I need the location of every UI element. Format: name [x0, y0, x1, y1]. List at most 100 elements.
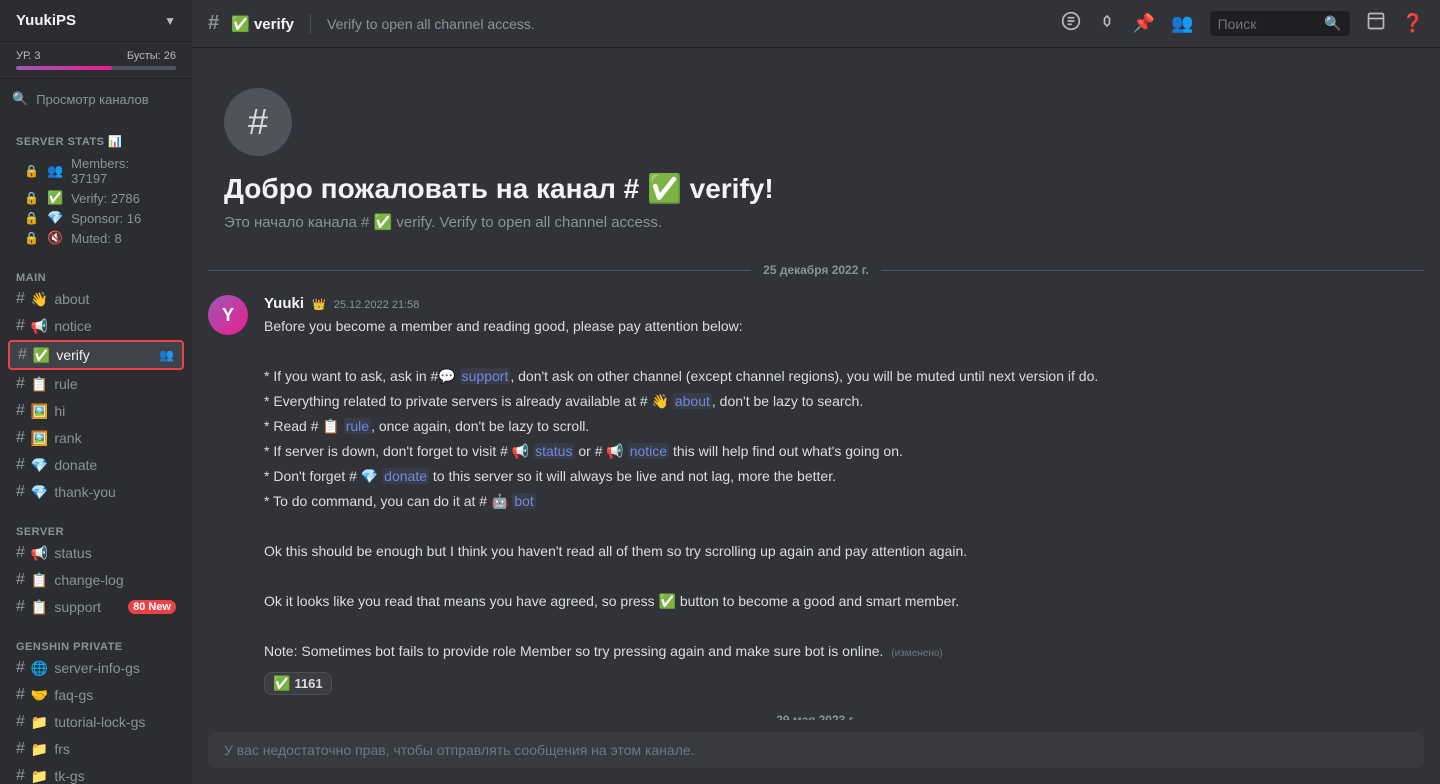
mention-rule[interactable]: rule	[344, 418, 371, 434]
channel-welcome: # Добро пожаловать на канал # ✅ verify! …	[208, 64, 1424, 247]
channel-welcome-icon: #	[224, 88, 292, 156]
channel-change-log[interactable]: # 📋 change-log	[8, 567, 184, 593]
channel-tutorial-lock-gs-emoji: 📁	[31, 714, 48, 731]
search-input[interactable]	[1218, 16, 1319, 32]
section-label-server-stats: SERVER STATS 📊	[8, 135, 184, 148]
browse-channels[interactable]: 🔍 Просмотр каналов	[0, 83, 192, 115]
channel-rank-name: rank	[54, 430, 81, 446]
message-1-badge: 👑	[312, 298, 326, 311]
stat-muted-label: Muted: 8	[71, 231, 122, 246]
channel-rule[interactable]: # 📋 rule	[8, 371, 184, 397]
channel-change-log-emoji: 📋	[31, 572, 48, 589]
search-box[interactable]: 🔍	[1210, 11, 1350, 36]
hash-icon: #	[16, 544, 25, 562]
channel-donate-emoji: 💎	[31, 457, 48, 474]
edited-tag: (изменено)	[891, 648, 942, 659]
topbar-channel-desc: Verify to open all channel access.	[327, 16, 535, 32]
messages-area[interactable]: # Добро пожаловать на канал # ✅ verify! …	[192, 48, 1440, 720]
pin-icon[interactable]: 📌	[1133, 13, 1155, 34]
bottom-bar: У вас недостаточно прав, чтобы отправлят…	[192, 720, 1440, 784]
message-1-author: Yuuki	[264, 295, 304, 312]
channel-status[interactable]: # 📢 status	[8, 540, 184, 566]
inbox-icon[interactable]	[1366, 11, 1386, 36]
channel-about-emoji: 👋	[31, 291, 48, 308]
boost-progress-bar	[16, 66, 176, 70]
boost-level: УР. 3	[16, 50, 40, 62]
chevron-down-icon: ▼	[164, 14, 176, 28]
help-icon[interactable]: ❓	[1402, 13, 1424, 34]
channel-change-log-name: change-log	[54, 572, 123, 588]
channel-faq-gs[interactable]: # 🤝 faq-gs	[8, 682, 184, 708]
channel-thank-you[interactable]: # 💎 thank-you	[8, 479, 184, 505]
section-main: MAIN # 👋 about # 📢 notice # ✅ verify 👥 #…	[0, 256, 192, 510]
channel-donate[interactable]: # 💎 donate	[8, 452, 184, 478]
stat-muted-icon: 🔇	[47, 230, 63, 246]
channel-tk-gs[interactable]: # 📁 tk-gs	[8, 763, 184, 784]
topbar-divider	[310, 14, 311, 34]
lock-icon: 🔒	[24, 191, 39, 205]
message-1-content: Yuuki 👑 25.12.2022 21:58 Before you beco…	[264, 295, 1424, 695]
hash-icon: #	[16, 429, 25, 447]
hash-icon: #	[16, 571, 25, 589]
stat-members: 🔒 👥 Members: 37197	[16, 154, 176, 188]
members-icon[interactable]: 👥	[1171, 13, 1193, 34]
mention-status[interactable]: status	[533, 443, 574, 459]
topbar-hash-icon: #	[208, 12, 219, 35]
channel-about-name: about	[54, 291, 89, 307]
channel-tk-gs-emoji: 📁	[31, 768, 48, 784]
server-name: YuukiPS	[16, 12, 76, 29]
section-label-main: MAIN	[8, 272, 184, 284]
hash-icon: #	[16, 740, 25, 758]
main-content: # ✅ verify Verify to open all channel ac…	[192, 0, 1440, 784]
boost-progress-fill	[16, 66, 112, 70]
lock-icon: 🔒	[24, 231, 39, 245]
channel-server-info-gs-name: server-info-gs	[54, 660, 140, 676]
section-server: SERVER # 📢 status # 📋 change-log # 📋 sup…	[0, 510, 192, 625]
hash-icon: #	[16, 402, 25, 420]
channel-server-info-gs[interactable]: # 🌐 server-info-gs	[8, 655, 184, 681]
mention-bot[interactable]: bot	[512, 493, 535, 509]
hash-icon: #	[16, 713, 25, 731]
channel-verify-name: verify	[56, 347, 89, 363]
channel-status-name: status	[54, 545, 91, 561]
message-1-header: Yuuki 👑 25.12.2022 21:58	[264, 295, 1424, 312]
channel-verify-emoji: ✅	[33, 347, 50, 364]
reaction-checkmark[interactable]: ✅ 1161	[264, 672, 332, 695]
stat-verify-icon: ✅	[47, 190, 63, 206]
mute-icon[interactable]	[1097, 11, 1117, 36]
server-header[interactable]: YuukiPS ▼	[0, 0, 192, 42]
channel-about[interactable]: # 👋 about	[8, 286, 184, 312]
hash-icon: #	[16, 686, 25, 704]
channel-thank-you-name: thank-you	[54, 484, 115, 500]
channel-support-emoji: 📋	[31, 599, 48, 616]
channel-verify[interactable]: # ✅ verify 👥	[8, 340, 184, 370]
threads-icon[interactable]	[1061, 11, 1081, 36]
channel-rank[interactable]: # 🖼️ rank	[8, 425, 184, 451]
channel-frs-emoji: 📁	[31, 741, 48, 758]
channel-frs[interactable]: # 📁 frs	[8, 736, 184, 762]
section-label-genshin-private: GENSHIN PRIVATE	[8, 641, 184, 653]
channel-hi-emoji: 🖼️	[31, 403, 48, 420]
message-input-box: У вас недостаточно прав, чтобы отправлят…	[208, 732, 1424, 768]
channel-notice[interactable]: # 📢 notice	[8, 313, 184, 339]
hash-icon: #	[16, 483, 25, 501]
input-placeholder: У вас недостаточно прав, чтобы отправлят…	[224, 742, 695, 758]
channel-support[interactable]: # 📋 support 80 New	[8, 594, 184, 620]
boost-count: Бусты: 26	[127, 50, 176, 62]
stat-members-icon: 👥	[47, 163, 63, 179]
section-server-stats: SERVER STATS 📊 🔒 👥 Members: 37197 🔒 ✅ Ve…	[0, 119, 192, 256]
channel-tutorial-lock-gs[interactable]: # 📁 tutorial-lock-gs	[8, 709, 184, 735]
mention-notice[interactable]: notice	[628, 443, 669, 459]
channel-server-info-gs-emoji: 🌐	[31, 660, 48, 677]
topbar-channel-name: ✅ verify	[231, 15, 294, 33]
channel-faq-gs-name: faq-gs	[54, 687, 93, 703]
channel-rank-emoji: 🖼️	[31, 430, 48, 447]
mention-donate[interactable]: donate	[382, 468, 429, 484]
date-label-may2023: 29 мая 2023 г.	[764, 713, 868, 720]
message-1: Y Yuuki 👑 25.12.2022 21:58 Before you be…	[208, 293, 1424, 697]
channel-hi[interactable]: # 🖼️ hi	[8, 398, 184, 424]
stat-verify: 🔒 ✅ Verify: 2786	[16, 188, 176, 208]
mention-about[interactable]: about	[673, 393, 712, 409]
mention-support[interactable]: support	[460, 368, 511, 384]
hash-icon: #	[16, 598, 25, 616]
